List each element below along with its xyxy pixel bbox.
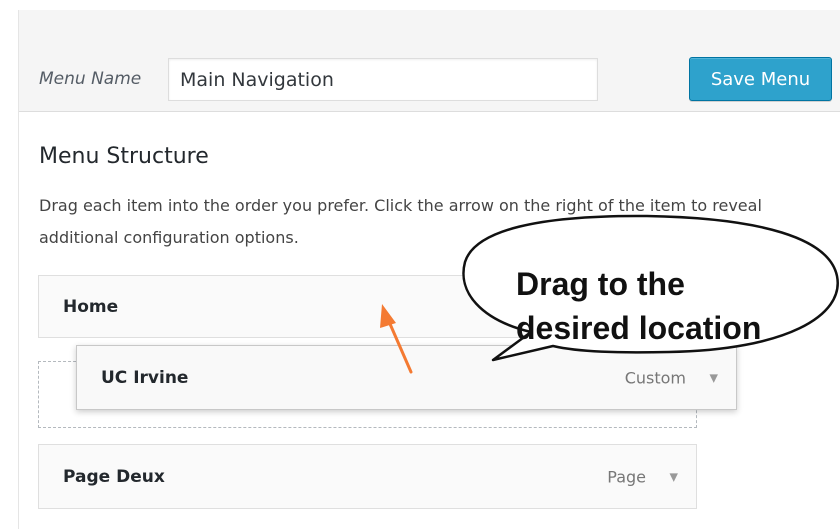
menu-item-uc-irvine-dragging[interactable]: UC Irvine Custom ▼ bbox=[76, 345, 737, 410]
chevron-down-icon[interactable]: ▼ bbox=[710, 371, 718, 384]
menu-name-input[interactable] bbox=[168, 58, 598, 101]
menu-item-type: Page bbox=[607, 467, 646, 486]
annotation-text: Drag to the desired location bbox=[516, 262, 761, 350]
annotation-line-1: Drag to the bbox=[516, 266, 685, 302]
menu-header: Menu Name Save Menu bbox=[19, 10, 840, 112]
menu-editor-panel: Menu Name Save Menu Menu Structure Drag … bbox=[18, 10, 840, 529]
menu-item-title: UC Irvine bbox=[101, 367, 189, 388]
menu-structure-title: Menu Structure bbox=[39, 144, 209, 169]
annotation-line-2: desired location bbox=[516, 310, 762, 346]
menu-item-title: Page Deux bbox=[63, 466, 165, 487]
menu-item-type: Custom bbox=[624, 368, 686, 387]
menu-item-page-deux[interactable]: Page Deux Page ▼ bbox=[38, 444, 697, 509]
save-menu-button[interactable]: Save Menu bbox=[689, 57, 832, 101]
menu-structure-description: Drag each item into the order you prefer… bbox=[39, 196, 762, 247]
chevron-down-icon[interactable]: ▼ bbox=[670, 470, 678, 483]
menu-name-label: Menu Name bbox=[39, 69, 142, 89]
menu-item-title: Home bbox=[63, 296, 119, 317]
